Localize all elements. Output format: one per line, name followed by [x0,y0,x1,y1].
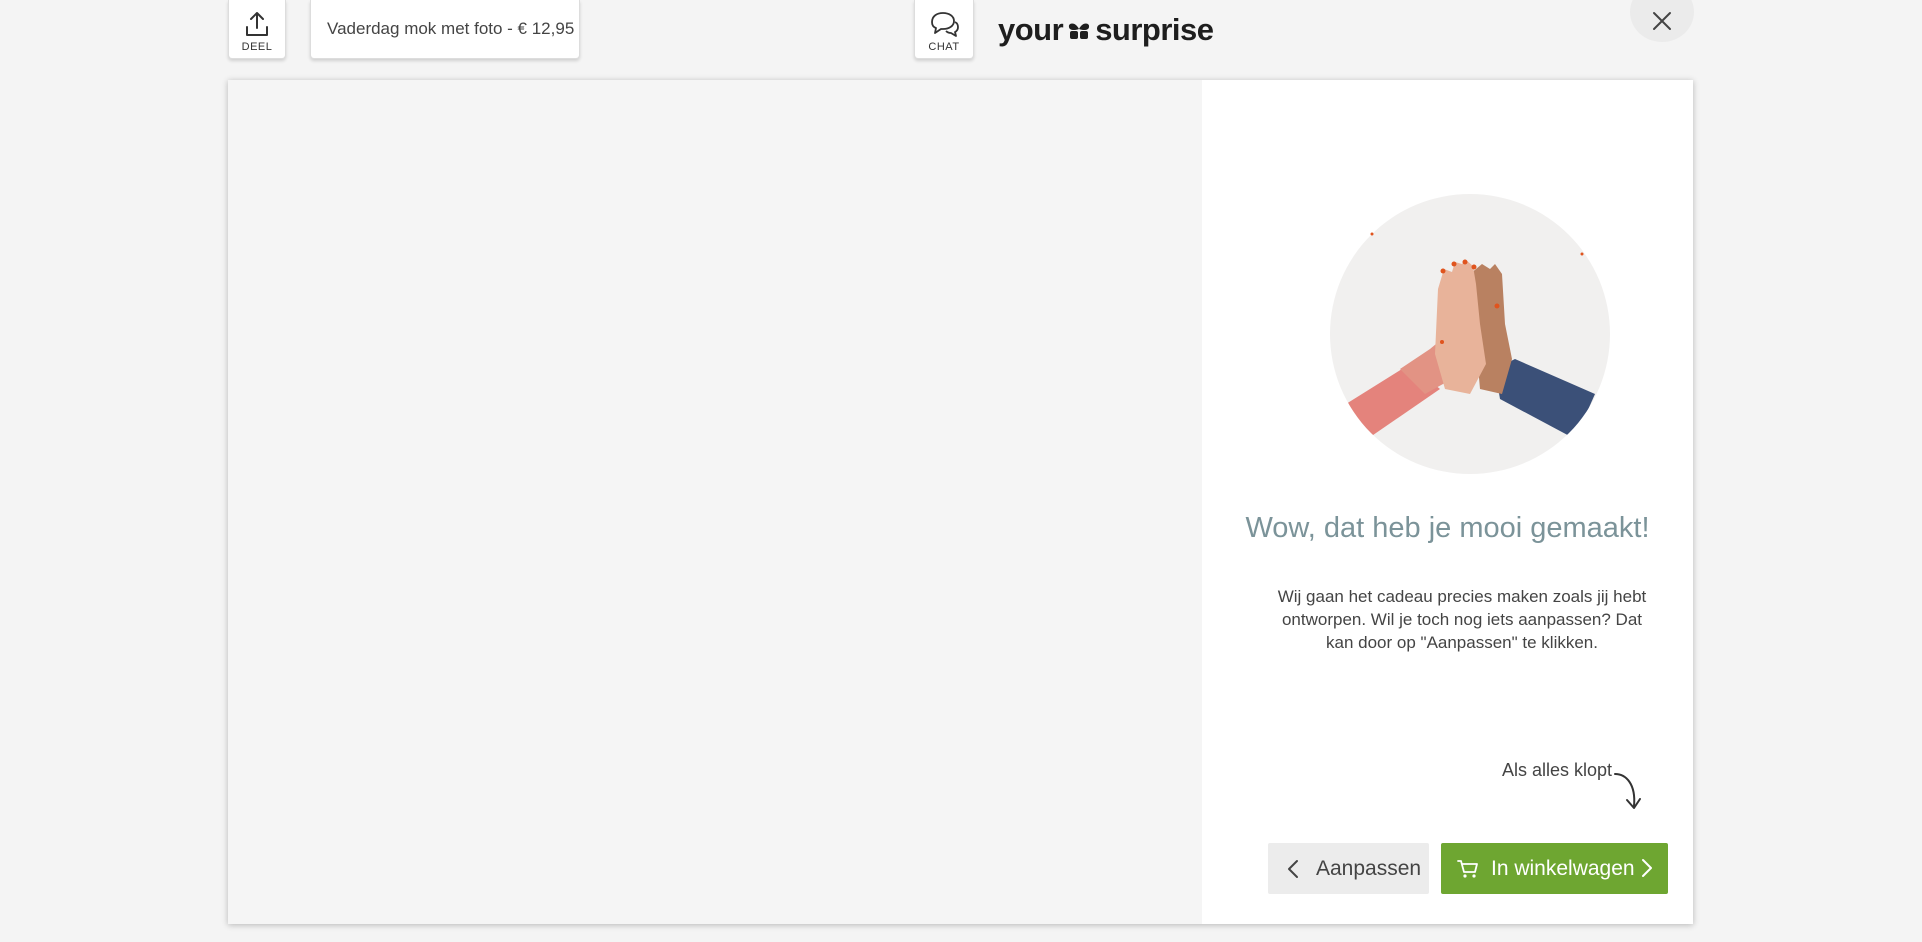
logo-text-right: surprise [1095,12,1214,47]
adjust-button[interactable]: Aanpassen [1268,843,1429,894]
adjust-button-label: Aanpassen [1316,856,1422,880]
chat-bubbles-icon [931,11,959,37]
cart-icon [1457,859,1478,878]
product-preview-area [228,80,1202,924]
close-button[interactable] [1630,0,1694,42]
confirmation-panel: Wow, dat heb je mooi gemaakt! Wij gaan h… [1202,80,1693,924]
close-icon [1653,12,1671,30]
hint-text: Als alles klopt [1502,760,1613,780]
add-to-cart-label: In winkelwagen [1491,856,1635,880]
chat-label: CHAT [928,40,960,53]
chevron-right-icon [1642,859,1652,877]
product-title: Vaderdag mok met foto - € 12,95 [310,0,580,59]
upload-icon [246,11,268,36]
heart-clover-icon [1069,23,1090,39]
confirmation-text: Wij gaan het cadeau precies maken zoals … [1277,587,1647,652]
chevron-left-icon [1288,859,1298,878]
share-label: DEEL [241,40,273,53]
share-button[interactable]: DEEL [228,0,286,59]
confirmation-heading: Wow, dat heb je mooi gemaakt! [1245,512,1650,544]
high-five-illustration [1330,194,1610,474]
add-to-cart-button[interactable]: In winkelwagen [1441,843,1668,894]
chat-button[interactable]: CHAT [914,0,974,59]
logo-text-left: your [998,12,1064,47]
brand-logo[interactable]: your surprise [998,10,1214,50]
curved-arrow-icon [1614,773,1641,809]
confirmation-card: Wow, dat heb je mooi gemaakt! Wij gaan h… [228,80,1693,924]
